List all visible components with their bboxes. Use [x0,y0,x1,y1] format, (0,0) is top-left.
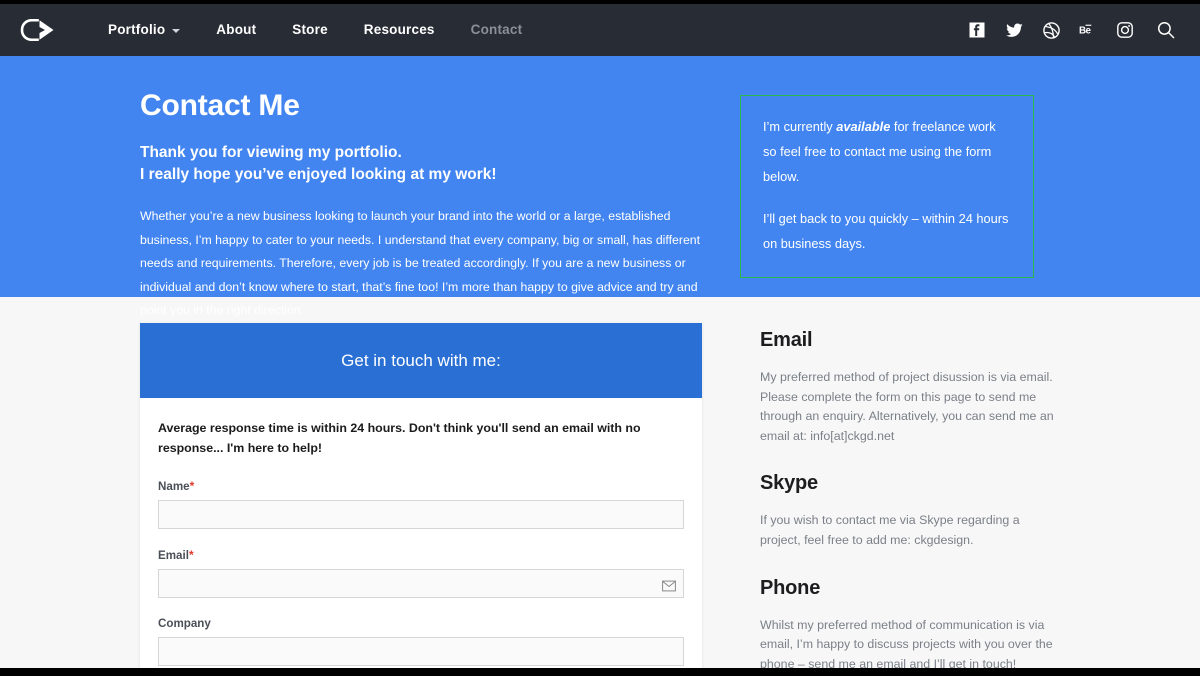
nav-item-resources[interactable]: Resources [346,4,453,56]
ck-monogram-logo [20,19,58,41]
top-navigation-bar: Portfolio About Store Resources Contact [0,4,1200,56]
sidebar-body-email: My preferred method of project disussion… [760,370,1054,443]
sidebar-heading-skype: Skype [760,472,818,495]
availability-callout-box: I’m currently available for freelance wo… [740,95,1034,278]
contact-form-body: Average response time is within 24 hours… [140,398,702,676]
field-label-email: Email* [158,548,684,562]
availability-paragraph-2: I’ll get back to you quickly – within 24… [763,210,1009,251]
availability-emphasis: available [836,119,891,134]
sidebar-block-skype: Skype If you wish to contact me via Skyp… [760,472,1060,550]
hero-aside-column: I’m currently available for freelance wo… [740,89,1034,323]
input-wrap-company [158,637,684,667]
nav-label-store: Store [292,22,328,37]
sidebar-block-email: Email My preferred method of project dis… [760,329,1060,446]
field-name: Name* [158,479,684,530]
page-title: Contact Me [140,89,300,122]
nav-item-store[interactable]: Store [274,4,346,56]
chevron-down-icon [172,29,181,33]
nav-label-portfolio: Portfolio [108,22,166,37]
contact-form-header: Get in touch with me: [140,323,702,398]
hero-text-column: Contact Me Thank you for viewing my port… [140,89,740,323]
hero-section: Contact Me Thank you for viewing my port… [0,56,1200,317]
input-wrap-name [158,500,684,530]
contact-form-card: Get in touch with me: Average response t… [140,323,702,676]
availability-text-before: I’m currently [763,119,837,134]
hero-subtitle-line-2: I really hope you’ve enjoyed looking at … [140,166,497,183]
nav-label-about: About [216,22,257,37]
sidebar-body-skype: If you wish to contact me via Skype rega… [760,513,1020,547]
sidebar-block-phone: Phone Whilst my preferred method of comm… [760,577,1060,675]
sidebar-heading-email: Email [760,329,813,351]
social-links: B e [968,21,1134,39]
nav-item-portfolio[interactable]: Portfolio [90,4,198,56]
company-input[interactable] [158,637,684,667]
page-root: Portfolio About Store Resources Contact [0,0,1200,676]
dribbble-icon[interactable] [1042,21,1060,39]
main-inner: Get in touch with me: Average response t… [140,323,1060,676]
behance-icon[interactable]: B e [1079,21,1097,39]
contact-form-intro: Average response time is within 24 hours… [158,421,641,456]
hero-subtitle-line-1: Thank you for viewing my portfolio. [140,144,402,161]
hero-subtitle: Thank you for viewing my portfolio. I re… [140,142,714,186]
sidebar-body-phone: Whilst my preferred method of communicat… [760,617,1053,671]
hero-body-paragraph: Whether you’re a new business looking to… [140,209,701,318]
primary-nav: Portfolio About Store Resources Contact [90,4,540,56]
field-label-text-name: Name [158,480,190,494]
field-email: Email* [158,548,684,599]
site-logo[interactable] [10,19,68,41]
contact-info-sidebar: Email My preferred method of project dis… [760,323,1060,676]
input-wrap-email [158,569,684,599]
bottom-black-strip [0,668,1200,676]
required-marker-email: * [188,548,194,563]
field-label-name: Name* [158,479,684,493]
contact-form-heading: Get in touch with me: [341,350,501,370]
nav-label-resources: Resources [363,22,435,37]
field-label-text-email: Email [158,549,189,563]
twitter-icon[interactable] [1005,21,1023,39]
availability-paragraph-1: I’m currently available for freelance wo… [763,115,1011,190]
search-icon[interactable] [1156,20,1176,40]
facebook-icon[interactable] [968,21,986,39]
email-input[interactable] [158,569,684,599]
nav-item-about[interactable]: About [198,4,274,56]
name-input[interactable] [158,500,684,530]
nav-item-contact[interactable]: Contact [453,4,541,56]
svg-text:e: e [1086,26,1092,37]
instagram-icon[interactable] [1116,21,1134,39]
hero-inner: Contact Me Thank you for viewing my port… [140,56,1060,323]
nav-label-contact: Contact [470,22,523,37]
required-marker-name: * [189,479,195,494]
sidebar-heading-phone: Phone [760,576,821,599]
main-content: Get in touch with me: Average response t… [0,297,1200,676]
field-company: Company [158,617,684,667]
field-label-text-company: Company [158,617,211,631]
field-label-company: Company [158,617,684,630]
